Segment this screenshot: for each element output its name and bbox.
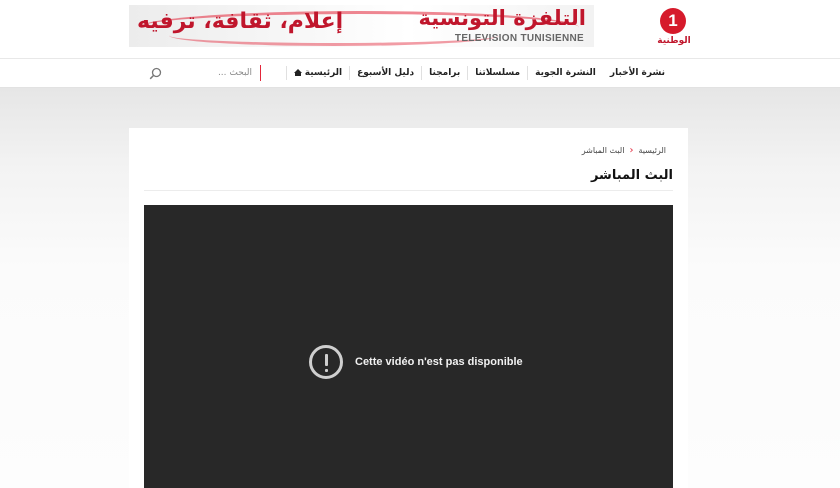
site-header: إعلام، ثقافة، ترفيه التلفزة التونسية TEL…: [0, 0, 840, 58]
breadcrumb-separator-icon: ‹: [629, 144, 634, 156]
main-navbar: الرئيسية دليل الأسبوع برامجنا مسلسلاتنا …: [0, 58, 840, 88]
nav-item-weather[interactable]: النشرة الجوية: [527, 66, 603, 80]
breadcrumb: الرئيسية ‹ البث المباشر: [581, 144, 666, 156]
search-icon[interactable]: [149, 67, 162, 80]
banner-title-arabic: التلفزة التونسية: [418, 6, 587, 30]
breadcrumb-current: البث المباشر: [581, 146, 625, 155]
search-input[interactable]: البحث ...: [168, 65, 261, 81]
logo-label: الوطنية: [657, 36, 691, 46]
main-nav: الرئيسية دليل الأسبوع برامجنا مسلسلاتنا …: [285, 59, 672, 87]
nav-item-series[interactable]: مسلسلاتنا: [467, 66, 527, 80]
home-icon: [293, 69, 302, 76]
video-unavailable-message: Cette vidéo n'est pas disponible: [309, 345, 523, 379]
content-card: الرئيسية ‹ البث المباشر البث المباشر Cet…: [129, 128, 688, 488]
breadcrumb-home[interactable]: الرئيسية: [638, 146, 666, 155]
alert-circle-icon: [309, 345, 343, 379]
header-banner[interactable]: إعلام، ثقافة، ترفيه التلفزة التونسية TEL…: [129, 5, 594, 47]
site-logo[interactable]: 1 الوطنية: [654, 8, 694, 50]
nav-item-news[interactable]: نشرة الأخبار: [603, 66, 672, 80]
nav-item-programs[interactable]: برامجنا: [421, 66, 467, 80]
nav-item-home[interactable]: الرئيسية: [285, 66, 349, 80]
logo-mark: 1: [660, 8, 686, 34]
banner-slogan: إعلام، ثقافة، ترفيه: [137, 9, 344, 34]
nav-item-weekly-guide[interactable]: دليل الأسبوع: [349, 66, 421, 80]
banner-title-french: TELEVISION TUNISIENNE: [454, 33, 584, 44]
video-player[interactable]: Cette vidéo n'est pas disponible: [144, 205, 673, 488]
nav-item-label: الرئيسية: [304, 68, 343, 78]
title-divider: [144, 190, 673, 191]
video-error-text: Cette vidéo n'est pas disponible: [355, 356, 523, 368]
page-title: البث المباشر: [590, 168, 673, 183]
